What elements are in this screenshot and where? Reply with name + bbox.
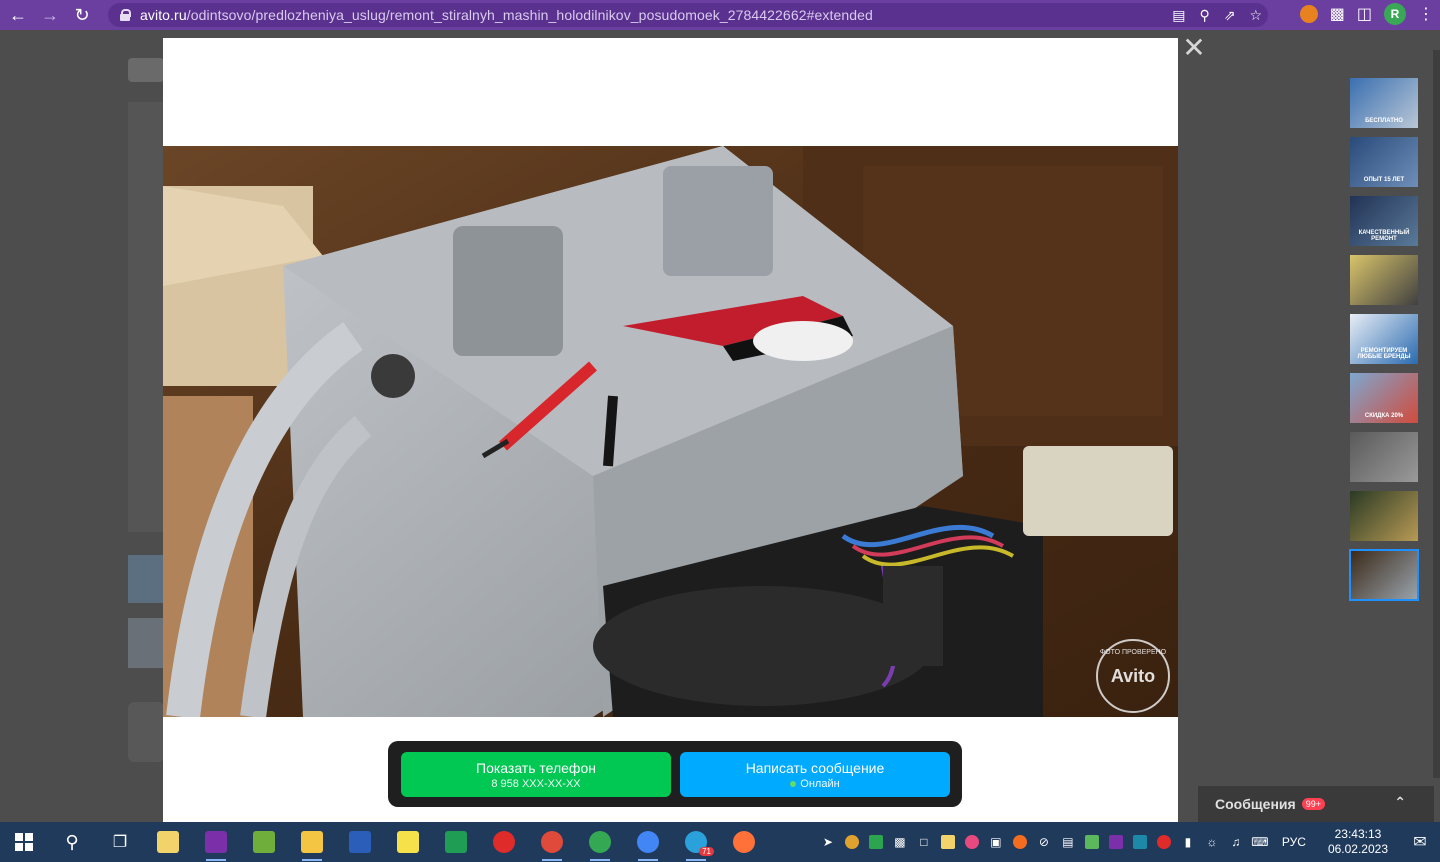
photo-thumbnail[interactable]: КАЧЕСТВЕННЫЙ РЕМОНТ: [1350, 196, 1418, 246]
keyboard-icon[interactable]: ⌨: [1248, 822, 1272, 862]
volume-icon[interactable]: ♫: [1224, 822, 1248, 862]
listing-photo: Avito ФОТО ПРОВЕРЕНО: [163, 146, 1178, 717]
telegram-app-icon[interactable]: 71: [672, 822, 720, 862]
onenote-app-icon[interactable]: [192, 822, 240, 862]
photo-thumbnail[interactable]: СКИДКА 20%: [1350, 373, 1418, 423]
ru-app-icon[interactable]: [480, 822, 528, 862]
search-icon[interactable]: ⚲: [48, 822, 96, 862]
file-explorer-icon[interactable]: [288, 822, 336, 862]
monitor-icon[interactable]: ▩: [888, 822, 912, 862]
notes-tray-icon[interactable]: [936, 822, 960, 862]
bookmark-star-icon[interactable]: ☆: [1249, 7, 1262, 24]
thumbnail-caption: БЕСПЛАТНО: [1365, 118, 1403, 124]
gallery-dimmed: [128, 102, 164, 532]
sidepanel-icon[interactable]: ◫: [1357, 4, 1372, 24]
extensions-puzzle-icon[interactable]: ▩: [1330, 4, 1345, 24]
avito-watermark: Avito: [1111, 666, 1155, 686]
photo-thumbnail[interactable]: [1350, 255, 1418, 305]
word-app-icon[interactable]: [336, 822, 384, 862]
document-icon[interactable]: □: [912, 822, 936, 862]
network-app-icon[interactable]: [1080, 822, 1104, 862]
notification-center-icon[interactable]: ✉: [1400, 822, 1440, 862]
firefox-app-icon[interactable]: [720, 822, 768, 862]
photo-thumbnail[interactable]: [1350, 491, 1418, 541]
onenote-tray-icon[interactable]: [1104, 822, 1128, 862]
metamask-extension-icon[interactable]: [1299, 5, 1318, 23]
telegram-tray-icon[interactable]: ➤: [816, 822, 840, 862]
unread-badge: 99+: [1301, 798, 1325, 810]
ru-tray-icon[interactable]: [1152, 822, 1176, 862]
lock-icon: [120, 9, 131, 21]
block-icon[interactable]: ⊘: [1032, 822, 1056, 862]
browser-toolbar: ← → ↻ avito.ru/odintsovo/predlozheniya_u…: [0, 0, 1440, 30]
chrome-profile2-app-icon[interactable]: [624, 822, 672, 862]
photo-thumbnail[interactable]: [1349, 549, 1419, 601]
gallery-thumb-dimmed: [128, 555, 164, 603]
fx-app-icon[interactable]: [1128, 822, 1152, 862]
system-tray: ➤ ▩ □ ▣ ⊘ ▤ ▮ ☼ ♫ ⌨ РУС 23:43:13 06.02.2…: [816, 822, 1440, 862]
url-text: avito.ru/odintsovo/predlozheniya_uslug/r…: [140, 7, 873, 23]
gallery-thumb-dimmed: [128, 618, 164, 668]
reload-icon[interactable]: ↻: [68, 1, 96, 29]
clock[interactable]: 23:43:13 06.02.2023: [1328, 827, 1388, 857]
battery-icon[interactable]: ▮: [1176, 822, 1200, 862]
telegram-unread-badge: 71: [699, 847, 714, 856]
task-view-icon[interactable]: ❐: [96, 822, 144, 862]
input-language[interactable]: РУС: [1282, 835, 1306, 849]
photo-thumbnail[interactable]: ОПЫТ 15 ЛЕТ: [1350, 137, 1418, 187]
favorite-button-dimmed: [128, 58, 164, 82]
thumbnail-caption: КАЧЕСТВЕННЫЙ РЕМОНТ: [1358, 230, 1410, 242]
chevron-up-icon[interactable]: ⌃: [1394, 794, 1406, 811]
photo-thumbnail[interactable]: БЕСПЛАТНО: [1350, 78, 1418, 128]
wifi-icon[interactable]: ☼: [1200, 822, 1224, 862]
snip-icon[interactable]: ▣: [984, 822, 1008, 862]
photo-thumbnail[interactable]: РЕМОНТИРУЕМ ЛЮБЫЕ БРЕНДЫ: [1350, 314, 1418, 364]
write-message-button[interactable]: Написать сообщение Онлайн: [680, 752, 950, 797]
windows-taskbar: ⚲ ❐ 71 ➤ ▩ □ ▣ ⊘ ▤ ▮ ☼ ♫ ⌨ РУС 23:43:13: [0, 822, 1440, 862]
address-bar[interactable]: avito.ru/odintsovo/predlozheniya_uslug/r…: [108, 3, 1268, 27]
back-arrow-icon[interactable]: ←: [4, 1, 32, 29]
thumbnail-caption: РЕМОНТИРУЕМ ЛЮБЫЕ БРЕНДЫ: [1357, 348, 1411, 360]
contact-action-bar: Показать телефон 8 958 XXX-XX-XX Написат…: [388, 741, 962, 807]
seller-card-dimmed: [128, 702, 164, 762]
online-status-dot: [790, 780, 797, 787]
menu-kebab-icon[interactable]: ⋮: [1418, 4, 1434, 24]
record-icon[interactable]: [960, 822, 984, 862]
thumbnail-caption: ОПЫТ 15 ЛЕТ: [1363, 177, 1405, 183]
photo-thumbnail[interactable]: [1350, 432, 1418, 482]
notepad-app-icon[interactable]: [144, 822, 192, 862]
tray-app2-icon[interactable]: [1008, 822, 1032, 862]
start-windows-icon[interactable]: [0, 822, 48, 862]
chrome-profile-app-icon[interactable]: [576, 822, 624, 862]
messages-panel[interactable]: Сообщения 99+ ⌃: [1198, 786, 1434, 822]
washing-machine-photo: Avito ФОТО ПРОВЕРЕНО: [163, 146, 1178, 717]
sticky-notes-icon[interactable]: [384, 822, 432, 862]
profile-avatar[interactable]: R: [1384, 3, 1406, 25]
sheets-app-icon[interactable]: [432, 822, 480, 862]
photo-viewer-modal: Avito ФОТО ПРОВЕРЕНО: [163, 38, 1178, 822]
chrome-app-icon[interactable]: [528, 822, 576, 862]
spreadsheet-app-icon[interactable]: [240, 822, 288, 862]
thumbnail-caption: СКИДКА 20%: [1364, 413, 1404, 419]
translate-icon[interactable]: ▤: [1172, 7, 1185, 24]
window-icon[interactable]: ▤: [1056, 822, 1080, 862]
tray-app-icon[interactable]: [840, 822, 864, 862]
shield-icon[interactable]: [864, 822, 888, 862]
scrollbar[interactable]: [1433, 50, 1440, 778]
close-icon[interactable]: ✕: [1182, 34, 1206, 62]
share-icon[interactable]: ⇗: [1224, 7, 1236, 24]
zoom-icon[interactable]: ⚲: [1199, 7, 1209, 24]
show-phone-button[interactable]: Показать телефон 8 958 XXX-XX-XX: [401, 752, 671, 797]
thumbnail-strip: БЕСПЛАТНО ОПЫТ 15 ЛЕТ КАЧЕСТВЕННЫЙ РЕМОНТ Р…: [1349, 78, 1419, 609]
forward-arrow-icon[interactable]: →: [36, 1, 64, 29]
avito-watermark-ring: ФОТО ПРОВЕРЕНО: [1100, 649, 1167, 656]
